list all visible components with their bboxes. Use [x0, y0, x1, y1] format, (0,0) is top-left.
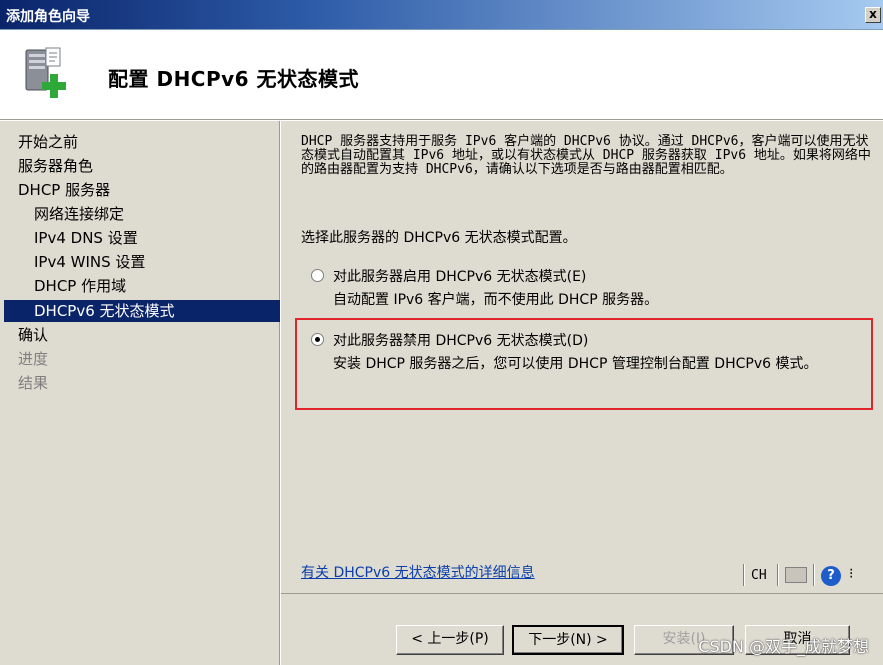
step-network-binding[interactable]: 网络连接绑定 — [34, 203, 124, 225]
step-dhcpv6-stateless[interactable]: DHCPv6 无状态模式 — [4, 300, 280, 322]
step-ipv4-dns[interactable]: IPv4 DNS 设置 — [34, 227, 138, 249]
more-info-link[interactable]: 有关 DHCPv6 无状态模式的详细信息 — [301, 562, 535, 582]
disable-stateless-radio[interactable] — [311, 333, 324, 346]
enable-stateless-radio[interactable] — [311, 269, 324, 282]
next-button[interactable]: 下一步(N) > — [512, 625, 624, 655]
server-role-icon — [25, 47, 66, 98]
wizard-header: 配置 DHCPv6 无状态模式 — [0, 30, 883, 120]
enable-stateless-description: 自动配置 IPv6 客户端，而不使用此 DHCP 服务器。 — [333, 292, 659, 308]
step-progress: 进度 — [18, 350, 49, 368]
close-button[interactable]: x — [865, 7, 881, 23]
help-icon[interactable]: ? — [821, 566, 841, 586]
content-pane: DHCP 服务器支持用于服务 IPv6 客户端的 DHCPv6 协议。通过 DH… — [281, 121, 883, 594]
step-ipv4-wins[interactable]: IPv4 WINS 设置 — [34, 251, 145, 273]
enable-stateless-label[interactable]: 对此服务器启用 DHCPv6 无状态模式(E) — [333, 266, 586, 286]
language-bar: CH ? ⁝ — [741, 558, 861, 594]
language-indicator[interactable]: CH — [751, 568, 767, 583]
wizard-step-list: 开始之前 服务器角色 DHCP 服务器 网络连接绑定 IPv4 DNS 设置 I… — [0, 121, 280, 665]
step-results: 结果 — [18, 374, 49, 392]
title-bar: 添加角色向导 x — [0, 0, 883, 30]
disable-stateless-description: 安装 DHCP 服务器之后，您可以使用 DHCP 管理控制台配置 DHCPv6 … — [333, 356, 818, 372]
watermark: CSDN @双手_成就梦想 — [698, 637, 869, 656]
step-server-roles[interactable]: 服务器角色 — [18, 155, 93, 177]
selection-prompt: 选择此服务器的 DHCPv6 无状态模式配置。 — [301, 230, 577, 246]
page-title: 配置 DHCPv6 无状态模式 — [108, 67, 360, 91]
step-dhcp-server[interactable]: DHCP 服务器 — [18, 179, 110, 201]
step-confirmation[interactable]: 确认 — [18, 324, 48, 346]
step-before-you-begin[interactable]: 开始之前 — [18, 131, 78, 153]
description-text: DHCP 服务器支持用于服务 IPv6 客户端的 DHCPv6 协议。通过 DH… — [301, 134, 871, 177]
window-title: 添加角色向导 — [6, 9, 90, 25]
more-options-icon[interactable]: ⁝ — [849, 566, 853, 582]
keyboard-icon[interactable] — [785, 567, 807, 583]
disable-stateless-label[interactable]: 对此服务器禁用 DHCPv6 无状态模式(D) — [333, 330, 588, 350]
previous-button[interactable]: < 上一步(P) — [396, 625, 504, 655]
step-dhcp-scope[interactable]: DHCP 作用域 — [34, 275, 126, 297]
